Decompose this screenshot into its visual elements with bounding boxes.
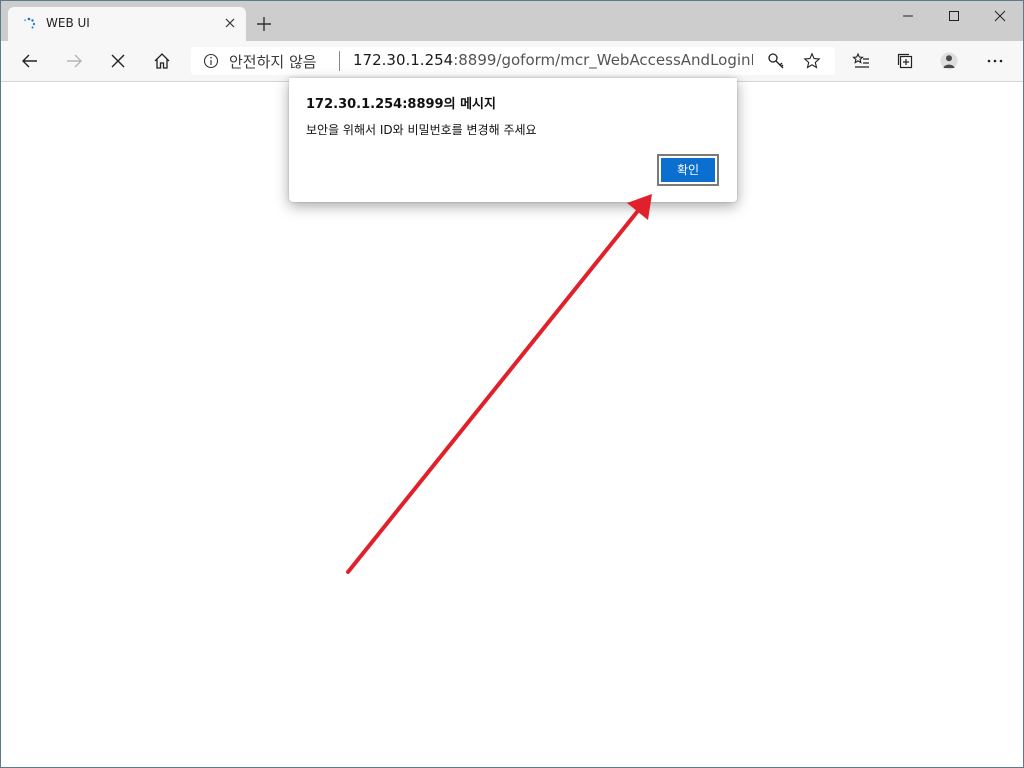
minimize-button[interactable] (885, 1, 931, 31)
address-bar[interactable]: 안전하지 않음 172.30.1.254:8899/goform/mcr_Web… (191, 47, 835, 75)
dialog-title: 172.30.1.254:8899의 메시지 (306, 97, 496, 112)
forward-button[interactable] (60, 47, 88, 75)
url-text[interactable]: 172.30.1.254:8899/goform/mcr_WebAccessAn… (353, 51, 753, 69)
collections-icon (897, 53, 913, 69)
more-button[interactable] (981, 47, 1009, 75)
star-icon[interactable] (803, 52, 821, 70)
browser-toolbar: 안전하지 않음 172.30.1.254:8899/goform/mcr_Web… (1, 41, 1023, 82)
stop-icon (111, 54, 125, 68)
ok-button[interactable]: 확인 (657, 154, 719, 186)
ok-button-label: 확인 (661, 158, 715, 182)
loading-spinner-icon (24, 17, 36, 29)
home-button[interactable] (148, 47, 176, 75)
alert-dialog: 172.30.1.254:8899의 메시지 보안을 위해서 ID와 비밀번호를… (289, 78, 737, 202)
favorites-button[interactable] (847, 47, 875, 75)
maximize-button[interactable] (931, 1, 977, 31)
collections-button[interactable] (891, 47, 919, 75)
profile-button[interactable] (935, 47, 963, 75)
maximize-icon (949, 11, 959, 21)
address-separator (339, 51, 340, 71)
new-tab-icon[interactable] (255, 15, 273, 33)
close-tab-icon[interactable] (222, 15, 238, 31)
back-button[interactable] (16, 47, 44, 75)
tab-web-ui[interactable]: WEB UI (8, 7, 246, 41)
url-path: :8899/goform/mcr_WebAccessAndLoginPr... (453, 51, 753, 69)
close-window-button[interactable] (977, 1, 1023, 31)
tab-strip: WEB UI (1, 1, 1023, 41)
info-icon[interactable] (203, 53, 219, 69)
browser-window: WEB UI 안전하지 않음 172.30.1.254:8899/goform/… (0, 0, 1024, 768)
home-icon (154, 53, 170, 69)
forward-icon (67, 54, 82, 68)
key-icon[interactable] (767, 52, 785, 70)
tab-title: WEB UI (46, 16, 90, 30)
back-icon (22, 54, 37, 68)
stop-button[interactable] (104, 47, 132, 75)
more-icon (987, 59, 1003, 63)
profile-icon (940, 52, 958, 70)
favorites-icon (852, 52, 869, 68)
dialog-message: 보안을 위해서 ID와 비밀번호를 변경해 주세요 (306, 123, 537, 137)
url-host: 172.30.1.254 (353, 51, 454, 69)
close-icon (994, 10, 1006, 22)
security-label[interactable]: 안전하지 않음 (229, 51, 317, 72)
minimize-icon (903, 15, 913, 17)
